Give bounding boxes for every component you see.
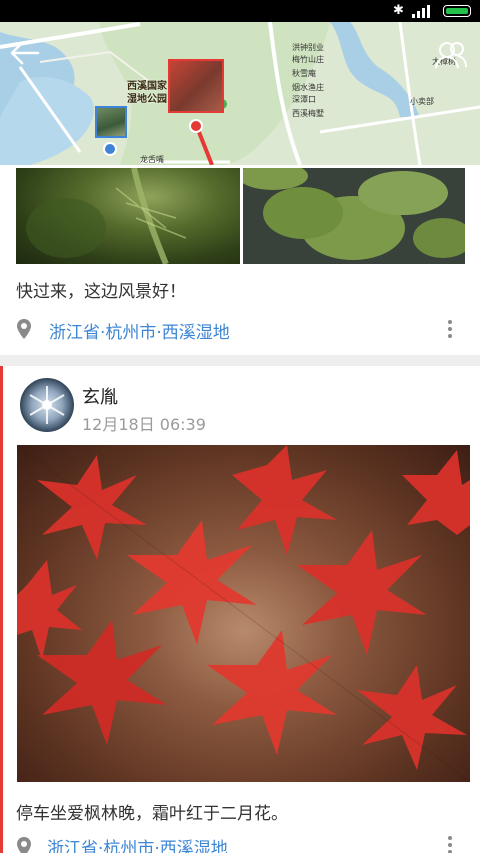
people-icon[interactable] [434,40,468,70]
map-photo-marker[interactable] [95,106,127,138]
map-park-label: 西溪国家 湿地公园 [127,81,167,105]
map-poi: 烟水渔庄 [292,83,324,92]
post-username[interactable]: 玄胤 [82,383,118,409]
avatar[interactable] [20,378,74,432]
more-vert-icon[interactable] [446,836,454,853]
location-pin-icon [17,837,31,853]
location-pin-icon [17,319,31,339]
map-poi: 小卖部 [410,97,434,106]
map-poi: 龙舌嘴 [140,155,164,164]
map-location-pin-icon[interactable] [188,118,204,136]
post-photo[interactable] [17,445,470,782]
map-poi: 秋雪庵 [292,69,316,78]
feed-list[interactable]: 快过来，这边风景好！ 浙江省·杭州市·西溪湿地 玄胤 12月18日 06:39 [0,165,480,853]
map-poi: 深潭口 [292,95,316,104]
post-location-link[interactable]: 浙江省·杭州市·西溪湿地 [49,318,230,343]
map-canvas [0,22,480,165]
map-photo-marker[interactable] [168,59,224,113]
post-timestamp: 12月18日 06:39 [82,415,206,434]
map-poi: 洪钟别业 [292,43,324,52]
post-divider [0,355,480,366]
post-text: 快过来，这边风景好！ [16,282,186,302]
status-bar: ✱ [0,0,480,22]
map-view[interactable]: 洪钟别业 梅竹山庄 秋雪庵 烟水渔庄 深潭口 小卖部 西溪梅墅 龙舌嘴 大樟树 … [0,22,480,165]
post-highlight-bar [0,366,3,853]
post-photo[interactable] [16,168,240,264]
map-poi: 西溪梅墅 [292,109,324,118]
back-arrow-icon[interactable] [8,40,40,66]
post-text: 停车坐爱枫林晚，霜叶红于二月花。 [16,804,288,824]
battery-icon [443,5,471,17]
post-photo[interactable] [243,168,465,264]
signal-icon [412,5,430,18]
bluetooth-icon: ✱ [393,3,404,18]
more-vert-icon[interactable] [446,320,454,342]
map-poi: 梅竹山庄 [292,55,324,64]
post-location-link[interactable]: 浙江省·杭州市·西溪湿地 [47,834,228,853]
